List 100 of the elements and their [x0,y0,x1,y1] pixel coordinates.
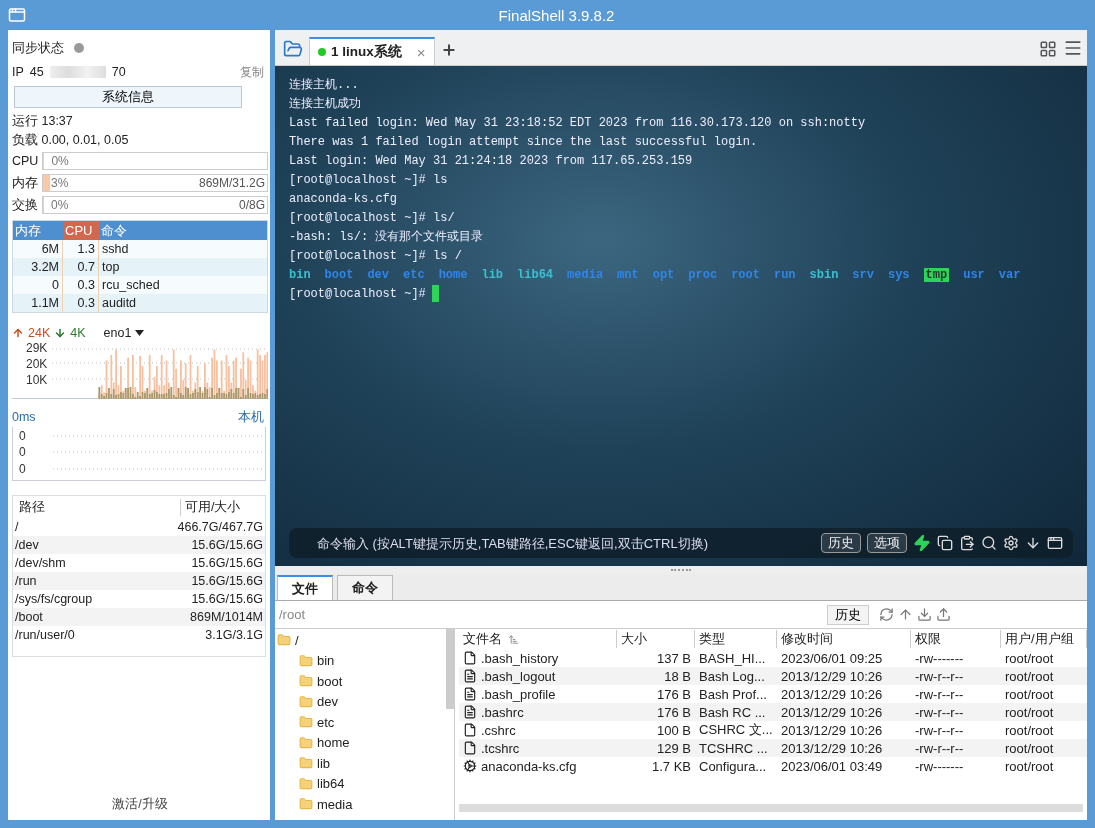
command-button[interactable]: 历史 [821,533,861,553]
terminal-line: Last login: Wed May 31 21:24:18 2023 from 117.65.253.159 [289,153,694,170]
activate-link[interactable]: 激活/升级 [112,795,168,813]
directory-name: sys [887,268,910,282]
copy-link[interactable]: 复制 [240,63,264,81]
command-button[interactable]: 选项 [867,533,907,553]
table-cell-text: root/root [1004,722,1055,738]
command-field[interactable]: 命令输入 (按ALT键提示历史,TAB键路径,ESC键返回,双击CTRL切换) 历史 选项 [289,528,1073,558]
tree-item[interactable]: media [275,794,444,815]
settings-icon[interactable] [1003,535,1019,551]
copy-icon[interactable] [937,535,953,551]
ping-target: 本机 [238,408,264,426]
grid-layout-icon[interactable] [1039,40,1057,58]
add-tab-icon[interactable] [440,42,457,58]
column-header: 可用/大小 [184,498,242,516]
column-header[interactable]: 用户/用户组 [1001,630,1087,648]
axis-label: 10K [26,373,48,387]
sort-icon [508,633,519,645]
directory-name: proc [688,268,718,282]
script-file-icon [463,687,477,701]
system-info-button[interactable]: 系统信息 [14,86,242,108]
table-cell-text: root/root [1004,668,1055,684]
column-header[interactable]: 文件名 [459,630,617,648]
upload-icon[interactable] [936,607,951,622]
table-cell: /sys/fs/cgroup [15,592,93,606]
redacted-area [49,66,106,78]
column-header[interactable]: 修改时间 [777,630,911,648]
table-cell-text: CSHRC 文... [698,721,774,739]
folder-icon [299,674,313,689]
table-cell-text: rcu_sched [101,277,161,294]
table-cell-text: 176 B [656,704,692,720]
ip-address: 70 [111,65,126,79]
tree-item[interactable]: dev [275,691,444,712]
column-header[interactable]: CPU [63,221,99,240]
tree-item[interactable]: boot [275,671,444,692]
terminal-prompt: [root@localhost ~]# [289,287,426,301]
refresh-icon[interactable] [879,607,894,622]
window-icon[interactable] [1047,535,1063,551]
history-button[interactable]: 历史 [827,604,869,625]
table-cell-text: root/root [1004,704,1055,720]
tree-item[interactable]: / [275,630,444,651]
caret-icon[interactable] [135,330,145,336]
meter-percent: 3% [51,176,69,190]
table-cell: 15.6G/15.6G [191,538,263,552]
table-cell-text: 1.7 KB [650,758,692,774]
terminal-line: Last failed login: Wed May 31 23:18:52 EDT 2023 from 116.30.173.120 on ssh:notty [289,115,867,132]
column-header[interactable]: 类型 [695,630,777,648]
interface-dropdown[interactable]: eno1 [103,326,132,340]
table-cell: /dev [15,538,39,552]
close-icon[interactable]: × [416,43,426,61]
panel-tab[interactable]: 文件 [277,575,333,600]
lightning-icon[interactable] [913,534,931,552]
file-row[interactable]: .bash_logout 18 B Bash Log... 2013/12/29 10:26 -rw-r--r-- root/root [459,667,1087,685]
table-cell-text: Bash Log... [698,668,766,684]
menu-icon[interactable] [1063,38,1083,58]
table-cell: 869M/1014M [190,610,263,624]
search-icon[interactable] [981,535,997,551]
directory-name: opt [652,268,675,282]
tree-item[interactable]: lib64 [275,773,444,794]
table-cell: /boot [15,610,43,624]
ip-label: IP [12,65,24,79]
sync-status-label: 同步状态 [12,39,64,57]
upload-speed: 24K [28,326,51,340]
terminal-line: There was 1 failed login attempt since the last successful login. [289,134,759,151]
tree-item[interactable]: etc [275,712,444,733]
table-cell-text: -rw------- [914,650,965,666]
table-cell-text: sshd [101,241,130,258]
download-icon[interactable] [917,607,932,622]
vertical-scrollbar[interactable] [446,629,454,709]
file-row[interactable]: .bashrc 176 B Bash RC ... 2013/12/29 10:26 -rw-r--r-- root/root [459,703,1087,721]
tree-item[interactable]: lib [275,753,444,774]
table-cell-text: 100 B [656,722,692,738]
meter-label: CPU [12,154,39,168]
column-header[interactable]: 大小 [617,630,695,648]
file-row[interactable]: .tcshrc 129 B TCSHRC ... 2013/12/29 10:26 -rw-r--r-- root/root [459,739,1087,757]
table-cell: /dev/shm [15,556,66,570]
table-cell-text: root/root [1004,686,1055,702]
column-header[interactable]: 权限 [911,630,1001,648]
session-tab[interactable]: 1 linux系统 × [309,37,435,65]
tree-item[interactable]: home [275,732,444,753]
directory-name: dev [367,268,390,282]
table-cell: anaconda-ks.cfg [459,758,617,774]
table-cell: / [15,520,19,534]
table-cell-text: 2023/06/01 03:49 [780,758,884,774]
table-cell: .tcshrc [459,740,617,756]
meter-detail: 0/8G [239,198,265,212]
table-cell-text: 2013/12/29 10:26 [780,722,884,738]
folder-icon [299,797,313,812]
ip-address: 45 [29,65,44,79]
horizontal-scrollbar[interactable] [459,804,1083,812]
tree-item[interactable]: bin [275,650,444,671]
terminal-line: [root@localhost ~]# ls [289,172,449,189]
folder-icon[interactable] [283,39,303,59]
load-text: 负载 0.00, 0.01, 0.05 [12,132,129,149]
panel-tab[interactable]: 命令 [337,575,393,600]
paste-icon[interactable] [959,535,975,551]
table-cell-text: auditd [101,295,138,312]
command-input[interactable]: 命令输入 (按ALT键提示历史,TAB键路径,ESC键返回,双击CTRL切换) [315,534,815,552]
table-cell-text: Bash RC ... [698,704,767,720]
table-cell-text: -rw-r--r-- [914,686,965,702]
